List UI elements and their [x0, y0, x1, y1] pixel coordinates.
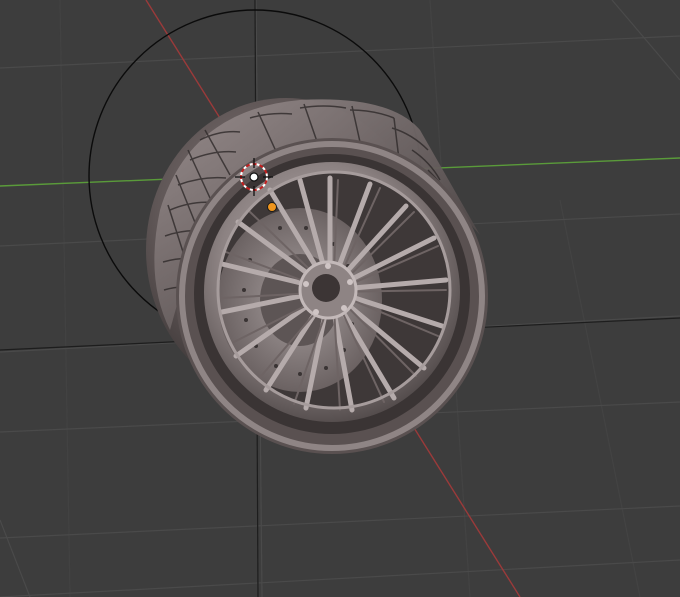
- wheel-hub-cap: [312, 274, 340, 302]
- 3d-viewport[interactable]: [0, 0, 680, 597]
- object-origin-dot[interactable]: [267, 202, 277, 212]
- wheel-model[interactable]: [146, 98, 488, 454]
- viewport-canvas[interactable]: [0, 0, 680, 597]
